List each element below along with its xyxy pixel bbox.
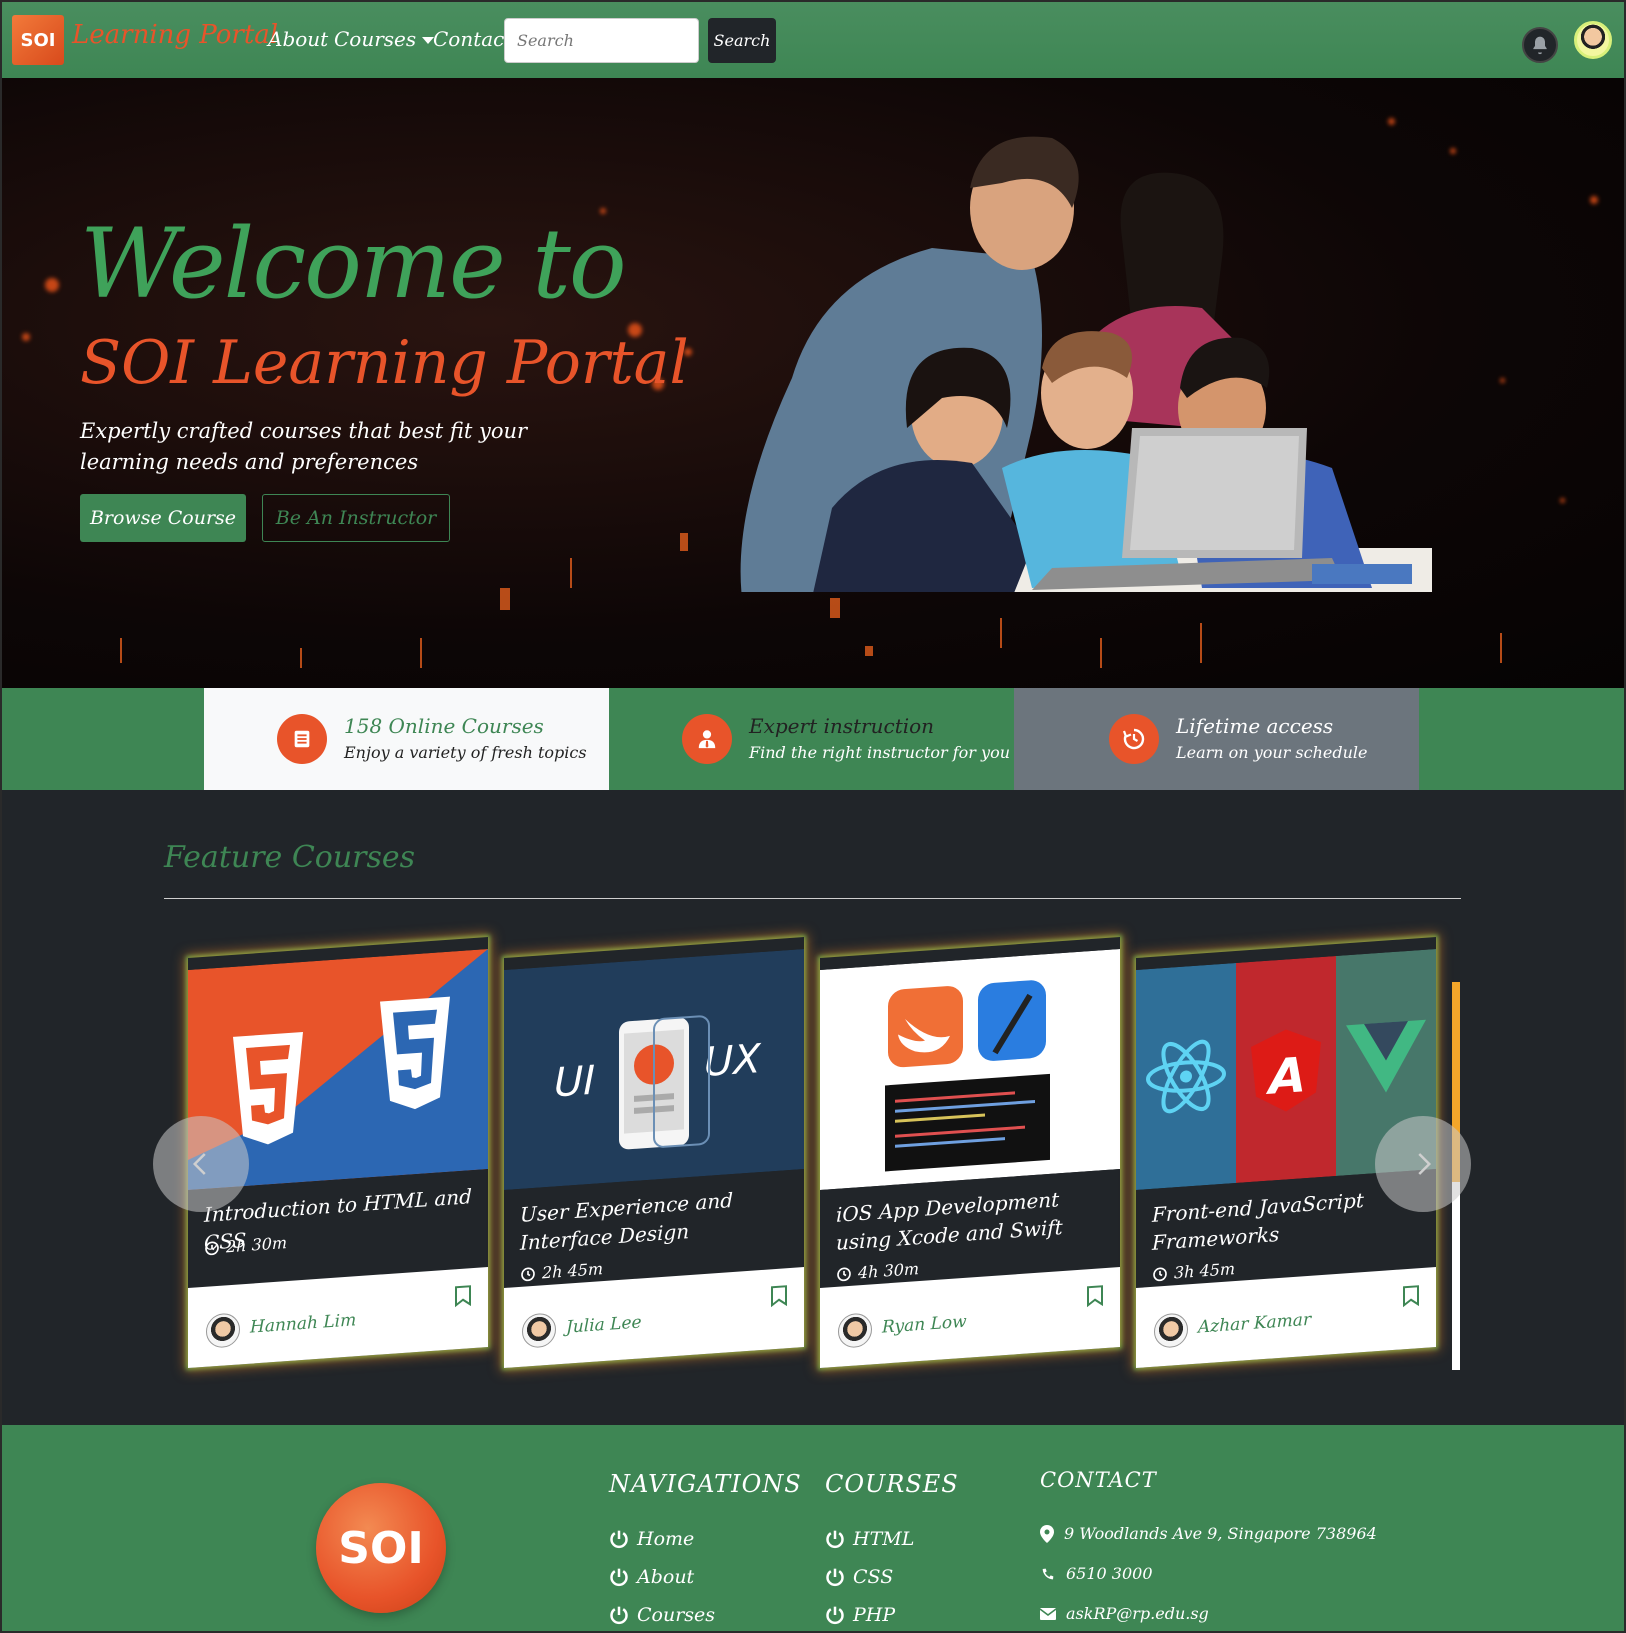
page-frame [0,0,1626,1633]
